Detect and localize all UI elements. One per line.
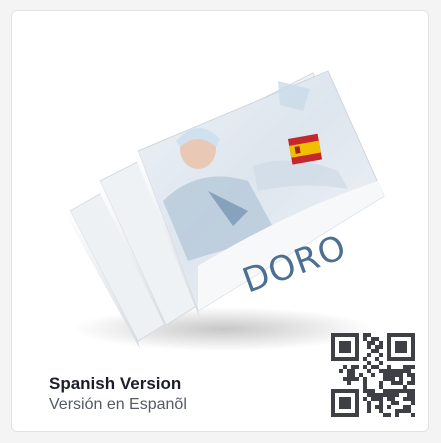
document-card[interactable]: DORO Spanish Version Versión en Espanõl (11, 10, 429, 432)
card-subtitle: Versión en Espanõl (49, 396, 187, 413)
brochure-stack-image: DORO (68, 70, 385, 351)
card-title: Spanish Version (49, 374, 182, 393)
qr-code[interactable] (331, 333, 415, 417)
spain-flag-icon (288, 133, 323, 165)
brochure-shadow (73, 307, 373, 351)
